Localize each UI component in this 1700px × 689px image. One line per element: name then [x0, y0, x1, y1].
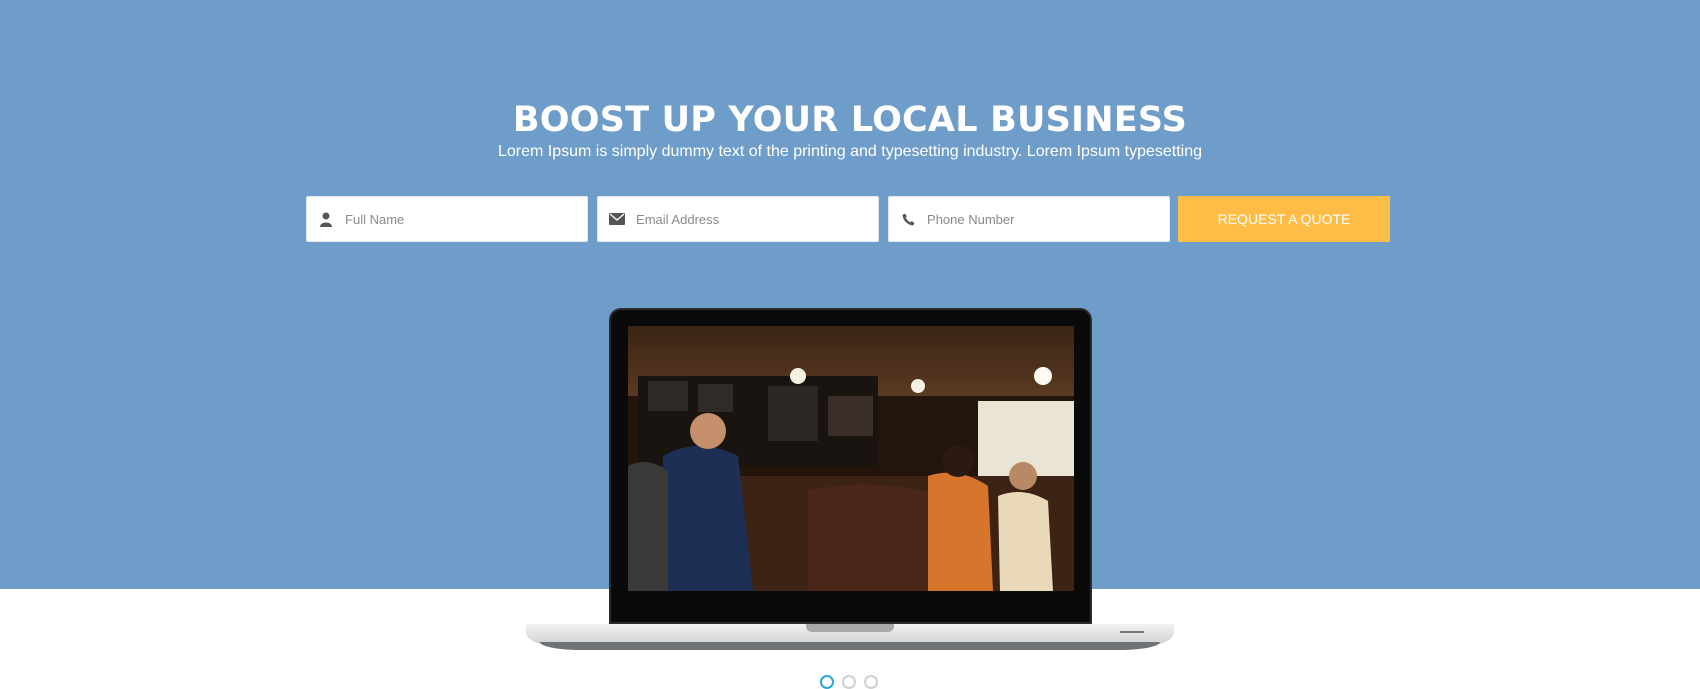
email-input[interactable]	[636, 197, 878, 241]
user-icon	[307, 212, 345, 227]
phone-field[interactable]	[888, 196, 1170, 242]
laptop-slot	[1120, 631, 1144, 633]
hero-subtitle: Lorem Ipsum is simply dummy text of the …	[497, 143, 1202, 160]
phone-icon	[889, 213, 927, 226]
full-name-field[interactable]	[306, 196, 588, 242]
carousel-dots	[820, 675, 878, 689]
email-field[interactable]	[597, 196, 879, 242]
envelope-icon	[598, 213, 636, 225]
laptop-notch	[806, 624, 894, 632]
carousel-dot-3[interactable]	[864, 675, 878, 689]
carousel-dot-2[interactable]	[842, 675, 856, 689]
phone-input[interactable]	[927, 197, 1169, 241]
full-name-input[interactable]	[345, 197, 587, 241]
hero-title: BOOST UP YOUR LOCAL BUSINESS	[512, 100, 1188, 140]
bar-crowd-photo	[628, 326, 1074, 591]
laptop-mockup	[526, 308, 1174, 653]
carousel-dot-1[interactable]	[820, 675, 834, 689]
laptop-base-shadow	[540, 642, 1160, 650]
request-quote-button[interactable]: REQUEST A QUOTE	[1178, 196, 1390, 242]
